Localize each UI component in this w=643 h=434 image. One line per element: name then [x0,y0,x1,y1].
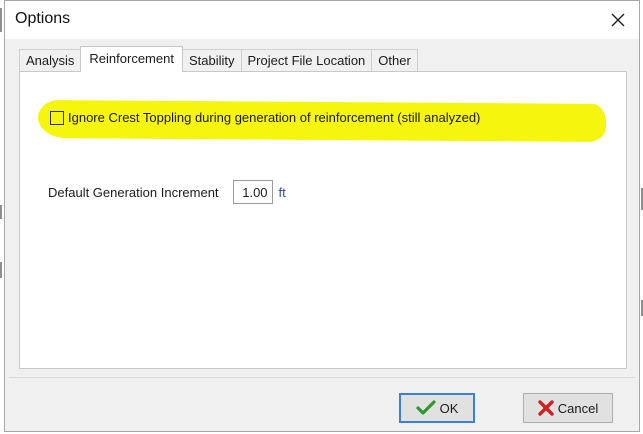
tab-project-file-location[interactable]: Project File Location [240,49,373,71]
cancel-button-label: Cancel [557,400,599,416]
ignore-crest-toppling-option[interactable]: Ignore Crest Toppling during generation … [50,110,480,125]
ignore-crest-toppling-checkbox[interactable] [50,110,64,125]
background-edge [0,262,2,278]
title-bar[interactable]: Options [5,1,639,39]
options-dialog: Options Analysis Reinforcement Stability… [4,0,640,432]
x-mark-icon [538,400,554,416]
default-generation-increment-input[interactable] [232,180,273,204]
window-title: Options [15,10,71,27]
button-separator [9,377,635,378]
checkmark-icon [415,400,436,416]
ignore-crest-toppling-label[interactable]: Ignore Crest Toppling during generation … [68,110,480,125]
tab-stability[interactable]: Stability [181,49,242,71]
background-edge [0,8,2,32]
default-generation-increment-row: Default Generation Increment ft [48,180,286,204]
close-icon [611,13,625,27]
unit-label: ft [278,184,286,200]
tab-strip: Analysis Reinforcement Stability Project… [19,45,418,72]
tab-other[interactable]: Other [371,49,418,71]
ok-button[interactable]: OK [399,393,475,423]
close-button[interactable] [601,5,635,35]
reinforcement-tab-page: Ignore Crest Toppling during generation … [19,71,627,369]
default-generation-increment-label: Default Generation Increment [48,184,219,200]
tab-reinforcement[interactable]: Reinforcement [80,46,183,72]
tab-analysis[interactable]: Analysis [19,49,82,71]
background-edge [0,205,2,219]
ok-button-label: OK [439,400,459,416]
cancel-button[interactable]: Cancel [523,393,613,423]
